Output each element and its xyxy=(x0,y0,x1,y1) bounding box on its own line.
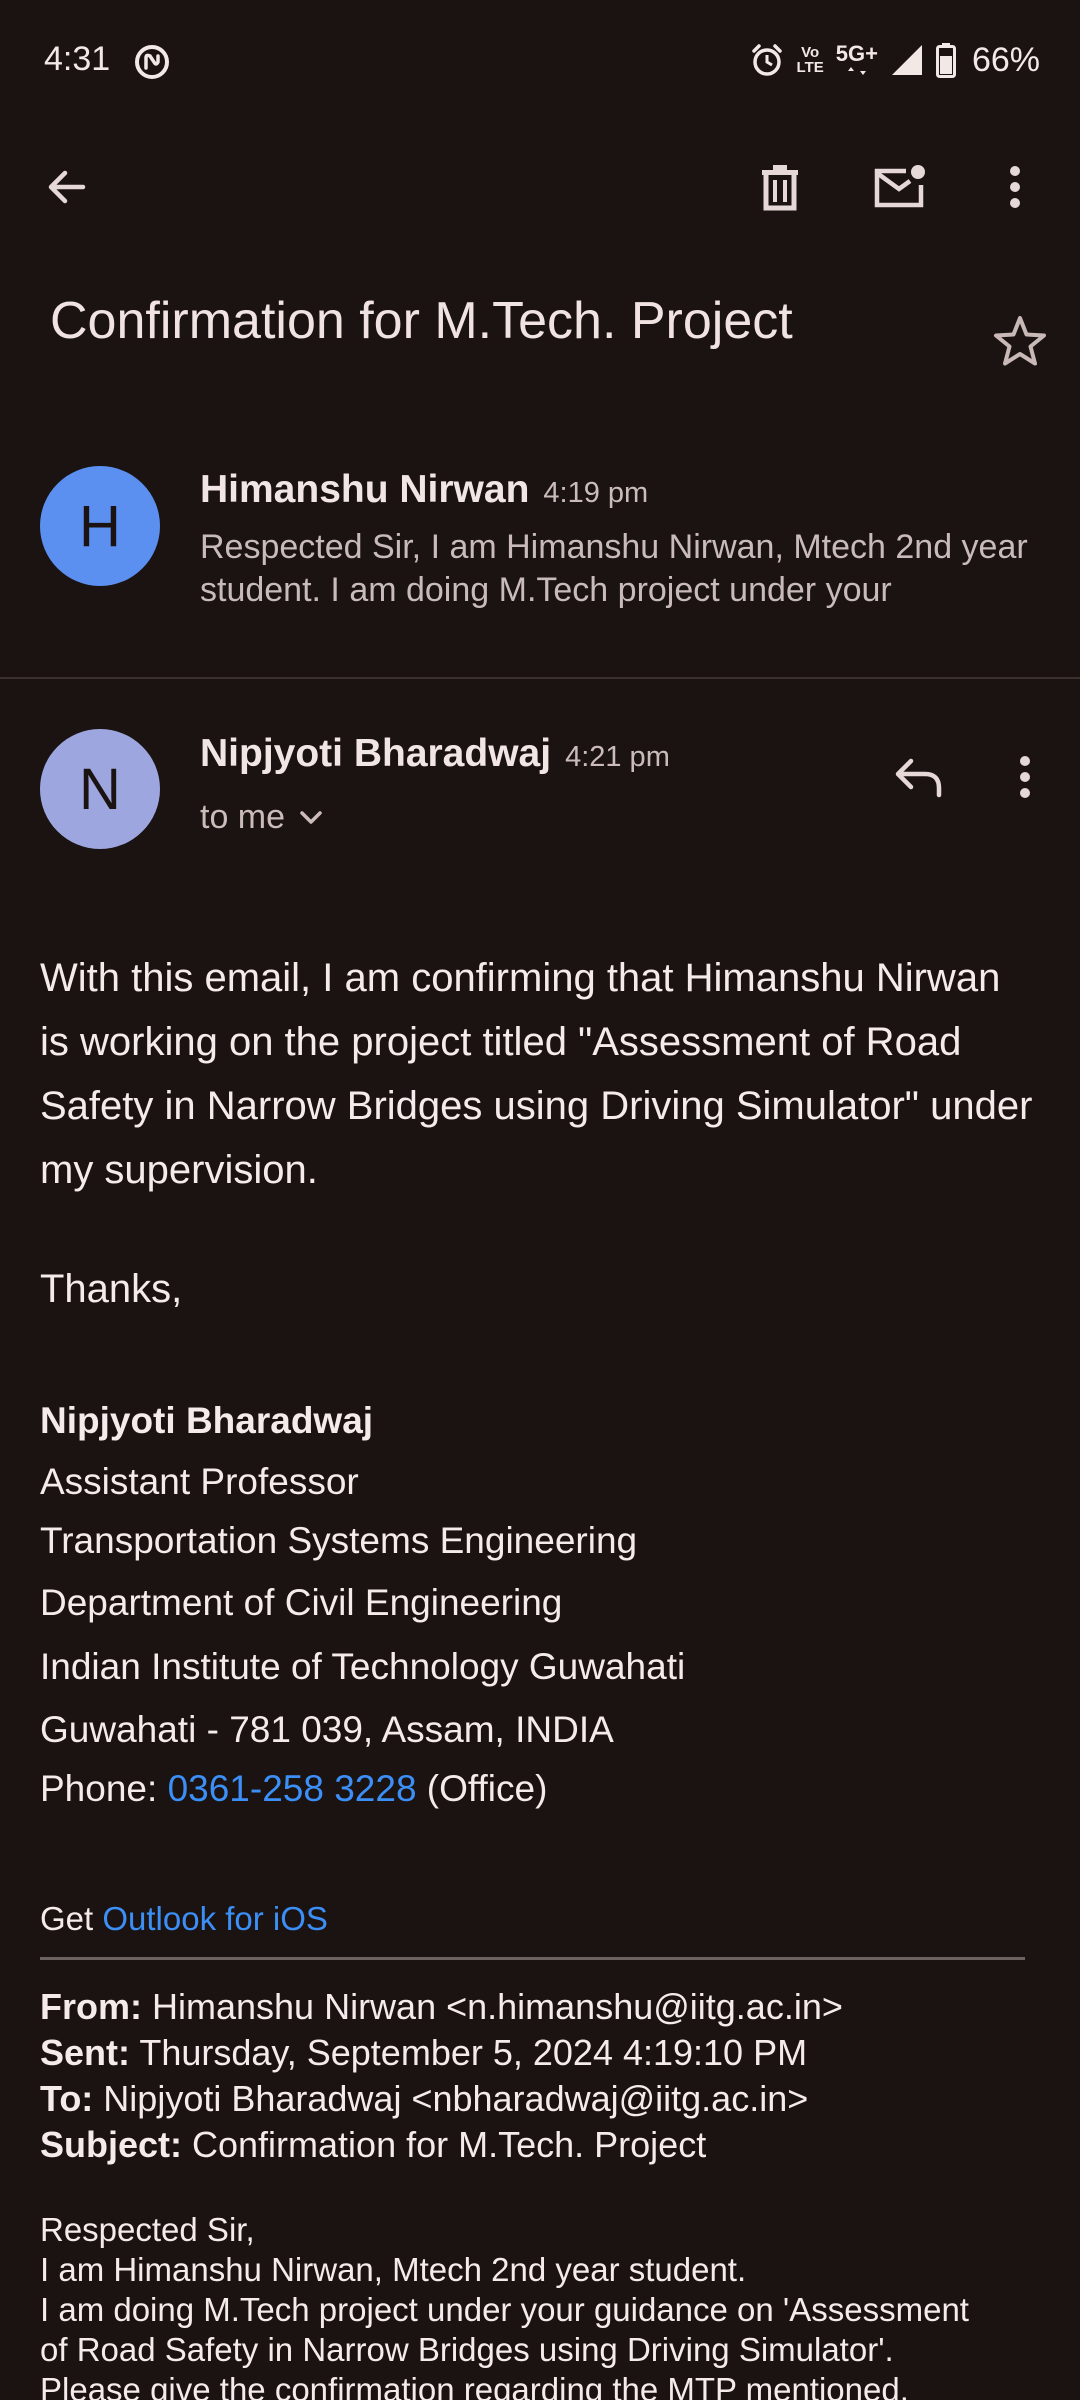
outlook-link[interactable]: Outlook for iOS xyxy=(102,1900,328,1937)
quoted-from-value: Himanshu Nirwan <n.himanshu@iitg.ac.in> xyxy=(142,1986,843,2027)
quoted-sent: Sent: Thursday, September 5, 2024 4:19:1… xyxy=(40,2032,807,2074)
alarm-icon xyxy=(751,44,782,76)
quote-separator xyxy=(40,1957,1025,1960)
app-notification-icon xyxy=(135,45,169,79)
quoted-subject: Subject: Confirmation for M.Tech. Projec… xyxy=(40,2124,706,2166)
signature-department: Department of Civil Engineering xyxy=(40,1582,563,1623)
recipient-label: to me xyxy=(200,798,286,836)
quoted-from: From: Himanshu Nirwan <n.himanshu@iitg.a… xyxy=(40,1986,843,2028)
avatar: H xyxy=(40,466,160,586)
outlook-promo: Get Outlook for iOS xyxy=(40,1900,328,1938)
quoted-sent-value: Thursday, September 5, 2024 4:19:10 PM xyxy=(130,2032,808,2073)
quoted-body: Respected Sir, I am Himanshu Nirwan, Mte… xyxy=(40,2210,1050,2400)
chevron-down-icon xyxy=(300,810,322,824)
quoted-line: Respected Sir, xyxy=(40,2211,255,2248)
more-vert-icon xyxy=(1010,166,1020,208)
message-more-button[interactable] xyxy=(1000,744,1050,810)
volte-indicator: Vo LTE xyxy=(797,45,824,75)
top-app-bar xyxy=(0,126,1080,246)
mark-unread-button[interactable] xyxy=(865,152,935,222)
quoted-to-label: To: xyxy=(40,2078,94,2119)
quoted-from-label: From: xyxy=(40,1986,142,2027)
quoted-subject-value: Confirmation for M.Tech. Project xyxy=(182,2124,707,2165)
status-icons: Vo LTE 5G+ 66% xyxy=(749,38,1040,82)
back-arrow-icon xyxy=(48,170,86,204)
battery-percent: 66% xyxy=(971,40,1040,79)
outlook-promo-prefix: Get xyxy=(40,1900,103,1937)
signature-group: Transportation Systems Engineering xyxy=(40,1520,638,1561)
battery-icon xyxy=(935,43,956,78)
signature-title: Assistant Professor xyxy=(40,1461,359,1502)
sender-name: Himanshu Nirwan xyxy=(200,468,530,511)
more-vert-icon xyxy=(1020,756,1030,798)
sender-row: Himanshu Nirwan 4:19 pm xyxy=(200,468,648,512)
quoted-to-value: Nipjyoti Bharadwaj <nbharadwaj@iitg.ac.i… xyxy=(93,2078,809,2119)
more-options-button[interactable] xyxy=(980,152,1050,222)
network-type: 5G+ xyxy=(836,43,878,77)
message-time: 4:19 pm xyxy=(543,477,649,509)
reply-icon xyxy=(895,758,942,798)
volte-top: Vo xyxy=(801,44,820,61)
email-body-paragraph: With this email, I am confirming that Hi… xyxy=(40,956,1033,1192)
recipient-details-toggle[interactable]: to me xyxy=(200,798,323,837)
quoted-sent-label: Sent: xyxy=(40,2032,130,2073)
quoted-line: I am Himanshu Nirwan, Mtech 2nd year stu… xyxy=(40,2251,747,2288)
phone-link[interactable]: 0361-258 3228 xyxy=(168,1768,417,1809)
avatar[interactable]: N xyxy=(40,729,160,849)
data-arrows-icon xyxy=(847,67,866,75)
star-icon xyxy=(994,316,1046,366)
signature-institute: Indian Institute of Technology Guwahati xyxy=(40,1646,686,1687)
message-snippet: Respected Sir, I am Himanshu Nirwan, Mte… xyxy=(200,528,1028,609)
phone-suffix: (Office) xyxy=(416,1768,548,1809)
mark-unread-icon xyxy=(874,165,925,208)
divider xyxy=(0,677,1080,679)
signature-name: Nipjyoti Bharadwaj xyxy=(40,1400,374,1441)
network-type-label: 5G+ xyxy=(835,41,878,66)
status-time: 4:31 xyxy=(44,40,111,78)
email-subject: Confirmation for M.Tech. Project xyxy=(50,292,793,350)
signal-icon xyxy=(891,45,922,75)
message-time: 4:21 pm xyxy=(565,741,670,773)
email-body-closing: Thanks, xyxy=(40,1267,183,1311)
quoted-line: I am doing M.Tech project under your gui… xyxy=(40,2291,969,2328)
reply-button[interactable] xyxy=(886,744,952,810)
delete-button[interactable] xyxy=(745,152,815,222)
quoted-line: of Road Safety in Narrow Bridges using D… xyxy=(40,2331,894,2368)
star-button[interactable] xyxy=(990,312,1050,372)
signature-address: Guwahati - 781 039, Assam, INDIA xyxy=(40,1709,614,1750)
sender-row: Nipjyoti Bharadwaj 4:21 pm xyxy=(200,732,670,776)
volte-bottom: LTE xyxy=(796,59,824,76)
signature-phone: Phone: 0361-258 3228 (Office) xyxy=(40,1768,547,1810)
back-button[interactable] xyxy=(32,152,102,222)
quoted-line: Please give the confirmation regarding t… xyxy=(40,2371,909,2400)
quoted-subject-label: Subject: xyxy=(40,2124,183,2165)
quoted-to: To: Nipjyoti Bharadwaj <nbharadwaj@iitg.… xyxy=(40,2078,808,2120)
status-bar: 4:31 Vo LTE 5G+ 66% xyxy=(0,0,1080,126)
sender-name: Nipjyoti Bharadwaj xyxy=(200,732,552,775)
trash-icon xyxy=(762,165,798,211)
phone-label: Phone: xyxy=(40,1768,168,1809)
